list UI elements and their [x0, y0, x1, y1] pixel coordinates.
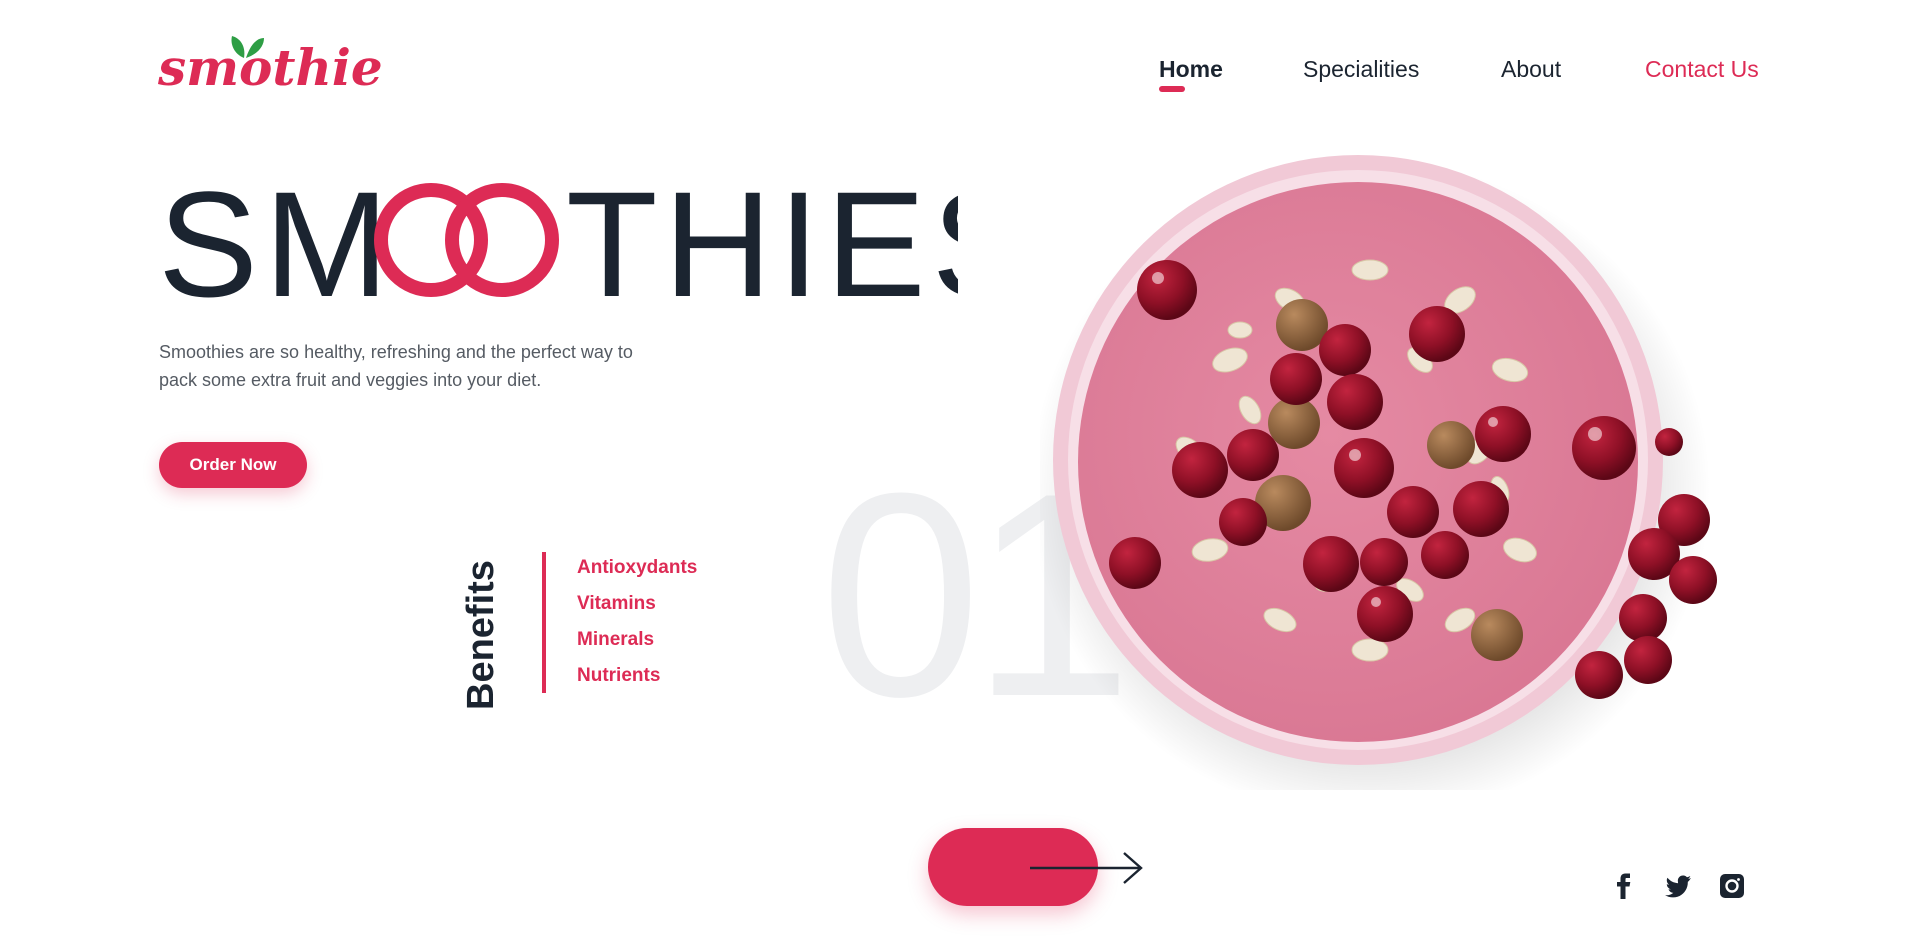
- benefit-item: Vitamins: [577, 593, 656, 614]
- nav-active-indicator: [1159, 86, 1185, 92]
- benefits-divider: [542, 552, 546, 693]
- twitter-icon[interactable]: [1664, 872, 1692, 900]
- benefit-item: Minerals: [577, 629, 655, 650]
- hero-description-line2: pack some extra fruit and veggies into y…: [159, 370, 542, 390]
- main-nav: Home Specialities About Contact Us: [0, 56, 1914, 92]
- nav-contact-us[interactable]: Contact Us: [1645, 56, 1759, 83]
- benefit-item: Antioxydants: [577, 557, 698, 578]
- arrow-right-icon: [1030, 852, 1143, 884]
- hero-title-right: THIES: [566, 176, 958, 306]
- order-now-button[interactable]: Order Now: [159, 442, 307, 488]
- benefit-item: Nutrients: [577, 665, 661, 686]
- instagram-icon[interactable]: [1718, 872, 1746, 900]
- hero-description: Smoothies are so healthy, refreshing and…: [159, 338, 719, 394]
- hero-description-line1: Smoothies are so healthy, refreshing and…: [159, 342, 633, 362]
- facebook-icon[interactable]: [1610, 872, 1638, 900]
- nav-specialities[interactable]: Specialities: [1303, 56, 1419, 83]
- hero-title-left: SM: [158, 176, 395, 306]
- hero-title: SM THIES: [158, 160, 1032, 328]
- double-o-logo-mark: [374, 183, 559, 297]
- benefits-heading-text: Benefits: [460, 560, 502, 710]
- nav-home[interactable]: Home: [1159, 56, 1223, 83]
- nav-about[interactable]: About: [1501, 56, 1561, 83]
- benefits-heading: Benefits: [452, 540, 522, 710]
- smoothie-bowl-image: [1040, 155, 1717, 790]
- benefits-list: Antioxydants Vitamins Minerals Nutrients: [577, 554, 697, 698]
